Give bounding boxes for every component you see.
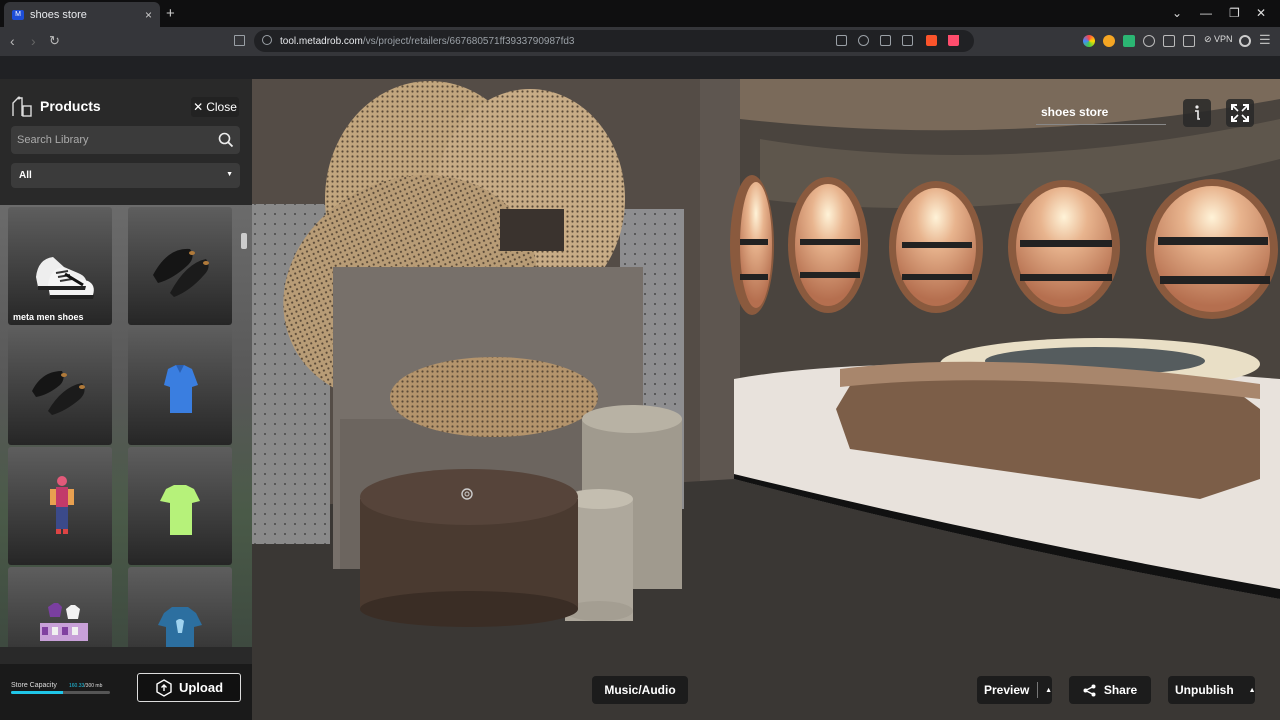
upload-label: Upload (178, 680, 224, 695)
store-capacity-label: Store Capacity (11, 682, 57, 689)
share-page-icon[interactable] (902, 35, 913, 46)
product-card[interactable] (8, 447, 112, 565)
capacity-used: 160.33 (69, 683, 85, 689)
tshirt-icon (160, 485, 200, 535)
back-button[interactable]: ‹ (10, 33, 15, 49)
forward-button[interactable]: › (31, 33, 36, 49)
tab-close-icon[interactable]: × (145, 8, 152, 22)
metadrob-favicon-icon: M (12, 9, 24, 20)
bookmark-icon[interactable] (234, 35, 245, 46)
panel-footer: Store Capacity 160.33/300 mb Upload (0, 664, 252, 720)
fullscreen-button[interactable] (1226, 99, 1254, 127)
share-button[interactable]: Share (1069, 676, 1151, 704)
browser-menu-icon[interactable]: ☰ (1259, 32, 1271, 48)
product-card[interactable] (8, 567, 112, 647)
minimize-button[interactable]: — (1200, 6, 1212, 20)
key-icon[interactable] (858, 35, 869, 46)
product-card[interactable] (128, 567, 232, 647)
browser-tab-bar: M shoes store × + ⌄ — ❐ ✕ (0, 0, 1280, 27)
browser-toolbar: ‹ › ↻ tool.metadrob.com /vs/project/reta… (0, 27, 1280, 56)
store-name: shoes store (1041, 105, 1109, 119)
loafer-icon (153, 248, 209, 297)
preview-label: Preview (984, 683, 1030, 697)
music-audio-label: Music/Audio (604, 683, 676, 697)
vpn-label: VPN (1214, 34, 1233, 44)
unpublish-label: Unpublish (1175, 683, 1234, 697)
library-scrollbar-thumb[interactable] (241, 233, 247, 249)
store-capacity-bar (11, 691, 110, 694)
clothing-rack-icon (40, 603, 88, 641)
address-bar[interactable]: tool.metadrob.com /vs/project/retailers/… (254, 30, 974, 52)
store-capacity-fill (11, 691, 64, 694)
product-card[interactable] (128, 447, 232, 565)
restore-button[interactable]: ❐ (1229, 6, 1240, 20)
extension-color-icon[interactable] (1083, 35, 1095, 47)
clipboard-icon[interactable] (836, 35, 847, 46)
store-capacity-value: 160.33/300 mb (69, 683, 102, 689)
extension-green-icon[interactable] (1123, 35, 1135, 47)
tab-search-chevron-icon[interactable]: ⌄ (1172, 6, 1182, 20)
sidebar-toggle-icon[interactable] (1163, 35, 1175, 47)
category-selected: All (19, 170, 32, 181)
products-rack-icon (12, 96, 32, 117)
panel-header: Products (10, 95, 101, 117)
info-icon (1195, 105, 1200, 120)
new-tab-button[interactable]: + (166, 5, 175, 22)
product-label: meta men shoes (13, 312, 84, 322)
chevron-down-icon: ▼ (226, 171, 233, 178)
puzzle-extensions-icon[interactable] (1143, 35, 1155, 47)
share-icon (1083, 684, 1096, 696)
products-panel: Products ✕ Close All ▼ meta men shoes (0, 79, 252, 720)
product-library: meta men shoes (0, 205, 252, 647)
upload-button[interactable]: Upload (137, 673, 241, 702)
close-icon: ✕ (193, 100, 204, 114)
capacity-total: /300 mb (84, 683, 103, 689)
music-audio-button[interactable]: Music/Audio (592, 676, 688, 704)
product-card[interactable] (128, 207, 232, 325)
chevron-up-icon[interactable]: ▲ (1045, 687, 1052, 694)
vpn-button[interactable]: ⊘ VPN (1204, 34, 1233, 45)
search-icon[interactable] (218, 132, 234, 148)
brave-rewards-icon[interactable] (948, 35, 959, 46)
url-path: /vs/project/retailers/667680571ff3933790… (362, 35, 575, 47)
avatar-icon (50, 476, 74, 534)
search-input[interactable] (11, 126, 211, 154)
loafer-icon (32, 371, 85, 415)
chevron-up-icon[interactable]: ▲ (1249, 687, 1256, 694)
tab-title: shoes store (30, 8, 87, 21)
brave-shield-icon[interactable] (926, 35, 937, 46)
unpublish-button[interactable]: Unpublish ▲ (1168, 676, 1256, 704)
preview-button[interactable]: Preview ▲ (977, 676, 1052, 704)
close-label: Close (206, 100, 237, 114)
wallet-icon[interactable] (1183, 35, 1195, 47)
window-close-button[interactable]: ✕ (1256, 6, 1266, 20)
shirt-icon (164, 365, 198, 413)
category-select[interactable]: All ▼ (11, 163, 240, 188)
share-label: Share (1103, 683, 1138, 697)
product-card[interactable] (128, 327, 232, 445)
panel-title: Products (40, 98, 101, 114)
product-card[interactable]: meta men shoes (8, 207, 112, 325)
extension-orange-icon[interactable] (1103, 35, 1115, 47)
library-scrollbar[interactable] (241, 227, 247, 645)
page-top-bar (0, 56, 1280, 79)
cast-icon[interactable] (880, 35, 891, 46)
product-card[interactable] (8, 327, 112, 445)
upload-cube-icon (156, 678, 172, 697)
info-button[interactable] (1183, 99, 1211, 127)
tshirt-icon (158, 607, 202, 647)
leo-ai-icon[interactable] (1239, 35, 1251, 47)
url-host: tool.metadrob.com (280, 35, 363, 47)
reload-button[interactable]: ↻ (49, 33, 60, 49)
search-library (11, 126, 240, 154)
fullscreen-icon (1231, 104, 1249, 122)
preview-divider (1037, 682, 1039, 698)
close-panel-button[interactable]: ✕ Close (191, 97, 239, 117)
store-name-underline (1036, 124, 1166, 125)
sneaker-icon (36, 257, 94, 299)
browser-tab[interactable]: M shoes store × (4, 2, 160, 27)
site-info-icon[interactable] (262, 35, 272, 45)
